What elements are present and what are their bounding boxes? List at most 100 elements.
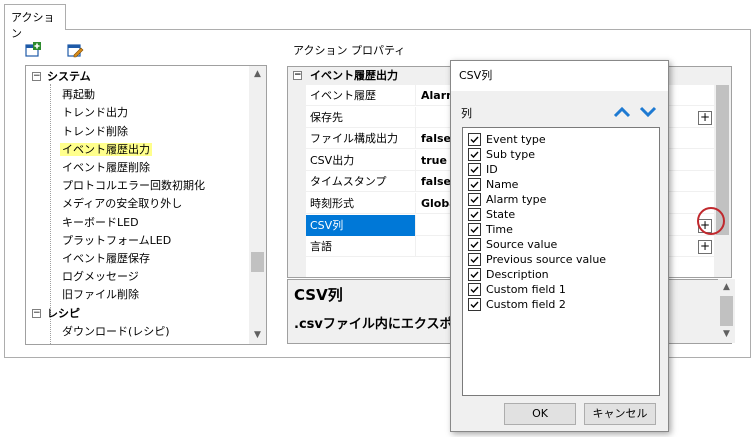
- tree-scrollbar[interactable]: ▲ ▼: [249, 66, 266, 344]
- move-up-icon[interactable]: [613, 105, 631, 119]
- tree-item[interactable]: 旧ファイル削除: [60, 286, 141, 304]
- tree-item-label: システム: [47, 70, 91, 83]
- tree-item[interactable]: プロトコルエラー回数初期化: [60, 177, 207, 195]
- desc-scroll-up-icon[interactable]: ▲: [718, 279, 735, 296]
- csv-column-item[interactable]: Source value: [468, 237, 557, 252]
- tree-item-label: ダウンロード(レシピ): [62, 324, 170, 338]
- column-label: 列: [461, 107, 472, 120]
- move-down-icon[interactable]: [639, 105, 657, 119]
- tree-item-label: ログメッセージ: [62, 270, 139, 284]
- csv-column-label: Previous source value: [486, 253, 607, 266]
- csv-column-label: Custom field 2: [486, 298, 566, 311]
- tree-item-label: アップロード(レシピ): [60, 343, 172, 344]
- ok-button[interactable]: OK: [504, 403, 576, 425]
- csv-column-item[interactable]: ID: [468, 162, 498, 177]
- tree-connector-line: [50, 84, 51, 344]
- tree-item[interactable]: ログメッセージ: [60, 268, 141, 286]
- csv-column-list[interactable]: Event type Sub type ID Name Alarm type State T…: [462, 127, 660, 396]
- csv-column-label: State: [486, 208, 516, 221]
- tree-item[interactable]: トレンド削除: [60, 123, 130, 141]
- tree-scroll-thumb[interactable]: [251, 252, 264, 272]
- property-name: イベント履歴: [306, 85, 416, 106]
- tree-item-label: イベント履歴保存: [62, 252, 150, 265]
- tree-item[interactable]: ダウンロード(レシピ): [60, 323, 172, 341]
- cancel-button[interactable]: キャンセル: [584, 403, 656, 425]
- tree-item-label: トレンド削除: [62, 124, 128, 138]
- property-name: 時刻形式: [306, 193, 416, 214]
- csv-column-label: Alarm type: [486, 193, 547, 206]
- property-name: ファイル構成出力: [306, 128, 416, 150]
- tree-collapse-icon[interactable]: −: [32, 72, 41, 81]
- annotation-circle: [697, 207, 725, 235]
- csv-column-item[interactable]: State: [468, 207, 515, 222]
- tree-item[interactable]: プラットフォームLED: [60, 232, 173, 250]
- csv-column-label: ID: [486, 163, 498, 176]
- desc-scroll-down-icon[interactable]: ▼: [718, 326, 735, 343]
- csv-column-label: Custom field 1: [486, 283, 566, 296]
- csv-column-item[interactable]: Custom field 1: [468, 282, 566, 297]
- edit-action-icon[interactable]: [66, 41, 84, 59]
- tree-item-label: イベント履歴削除: [62, 161, 150, 174]
- checkbox-checked-icon[interactable]: [468, 147, 481, 161]
- tree-item-label: イベント履歴出力: [60, 142, 152, 156]
- csv-column-item[interactable]: Previous source value: [468, 252, 606, 267]
- csv-column-item[interactable]: Alarm type: [468, 192, 546, 207]
- tree-item[interactable]: イベント履歴出力: [60, 141, 152, 159]
- edit-plus-button[interactable]: +: [698, 240, 712, 255]
- grid-gutter: [288, 85, 306, 277]
- tree-item-label: 再起動: [62, 88, 95, 102]
- grid-scrollbar[interactable]: [714, 85, 731, 277]
- tree-item-label: メディアの安全取り外し: [62, 197, 183, 211]
- tree-item[interactable]: − レシピ: [32, 305, 82, 323]
- csv-column-label: Name: [486, 178, 519, 191]
- properties-title: アクション プロパティ: [293, 44, 406, 57]
- checkbox-checked-icon[interactable]: [468, 162, 481, 176]
- checkbox-checked-icon[interactable]: [468, 207, 481, 221]
- checkbox-checked-icon[interactable]: [468, 132, 481, 146]
- csv-column-label: Event type: [486, 133, 546, 146]
- csv-column-label: Sub type: [486, 148, 536, 161]
- scroll-down-arrow-icon[interactable]: ▼: [249, 327, 266, 344]
- property-name: 保存先: [306, 106, 416, 128]
- checkbox-checked-icon[interactable]: [468, 237, 481, 251]
- checkbox-checked-icon[interactable]: [468, 267, 481, 281]
- csv-column-item[interactable]: Description: [468, 267, 549, 282]
- tree-collapse-icon[interactable]: −: [32, 308, 41, 318]
- action-tree[interactable]: ▲ ▼ − システム 再起動 トレンド出力 トレンド削除 イベント履歴出力 イベント履歴削除…: [25, 65, 267, 345]
- tree-item[interactable]: − システム: [32, 68, 93, 86]
- csv-column-item[interactable]: Event type: [468, 132, 546, 147]
- property-name: CSV列: [306, 214, 416, 236]
- csv-column-item[interactable]: Time: [468, 222, 513, 237]
- desc-scroll-thumb[interactable]: [720, 296, 733, 326]
- checkbox-checked-icon[interactable]: [468, 177, 481, 191]
- add-action-icon[interactable]: [24, 41, 42, 59]
- csv-column-label: Source value: [486, 238, 558, 251]
- checkbox-checked-icon[interactable]: [468, 282, 481, 296]
- edit-plus-button[interactable]: +: [698, 110, 712, 125]
- category-collapse-icon[interactable]: −: [293, 71, 302, 80]
- property-name: 言語: [306, 236, 416, 258]
- tree-item-label: キーボードLED: [62, 215, 139, 229]
- scroll-up-arrow-icon[interactable]: ▲: [249, 66, 266, 83]
- properties-scrollbar[interactable]: ▲ ▼: [718, 279, 735, 343]
- tree-item-label: プラットフォームLED: [62, 233, 172, 247]
- tree-item[interactable]: キーボードLED: [60, 214, 141, 232]
- checkbox-checked-icon[interactable]: [468, 222, 481, 236]
- checkbox-checked-icon[interactable]: [468, 192, 481, 206]
- tree-item[interactable]: アップロード(レシピ): [60, 341, 172, 344]
- checkbox-checked-icon[interactable]: [468, 252, 481, 266]
- tree-item[interactable]: イベント履歴保存: [60, 250, 152, 268]
- property-name: CSV出力: [306, 149, 416, 171]
- tree-item[interactable]: イベント履歴削除: [60, 159, 152, 177]
- tab-actions[interactable]: アクション: [4, 4, 66, 40]
- tree-item[interactable]: トレンド出力: [60, 104, 130, 122]
- tree-item[interactable]: メディアの安全取り外し: [60, 195, 184, 213]
- csv-column-item[interactable]: Sub type: [468, 147, 535, 162]
- csv-column-label: Description: [486, 268, 549, 281]
- tree-item[interactable]: 再起動: [60, 86, 97, 104]
- csv-column-item[interactable]: Custom field 2: [468, 297, 566, 312]
- checkbox-checked-icon[interactable]: [468, 297, 481, 311]
- csv-column-item[interactable]: Name: [468, 177, 518, 192]
- tree-item-label: 旧ファイル削除: [62, 288, 139, 302]
- description-text: .csvファイル内にエクスポ: [294, 317, 453, 332]
